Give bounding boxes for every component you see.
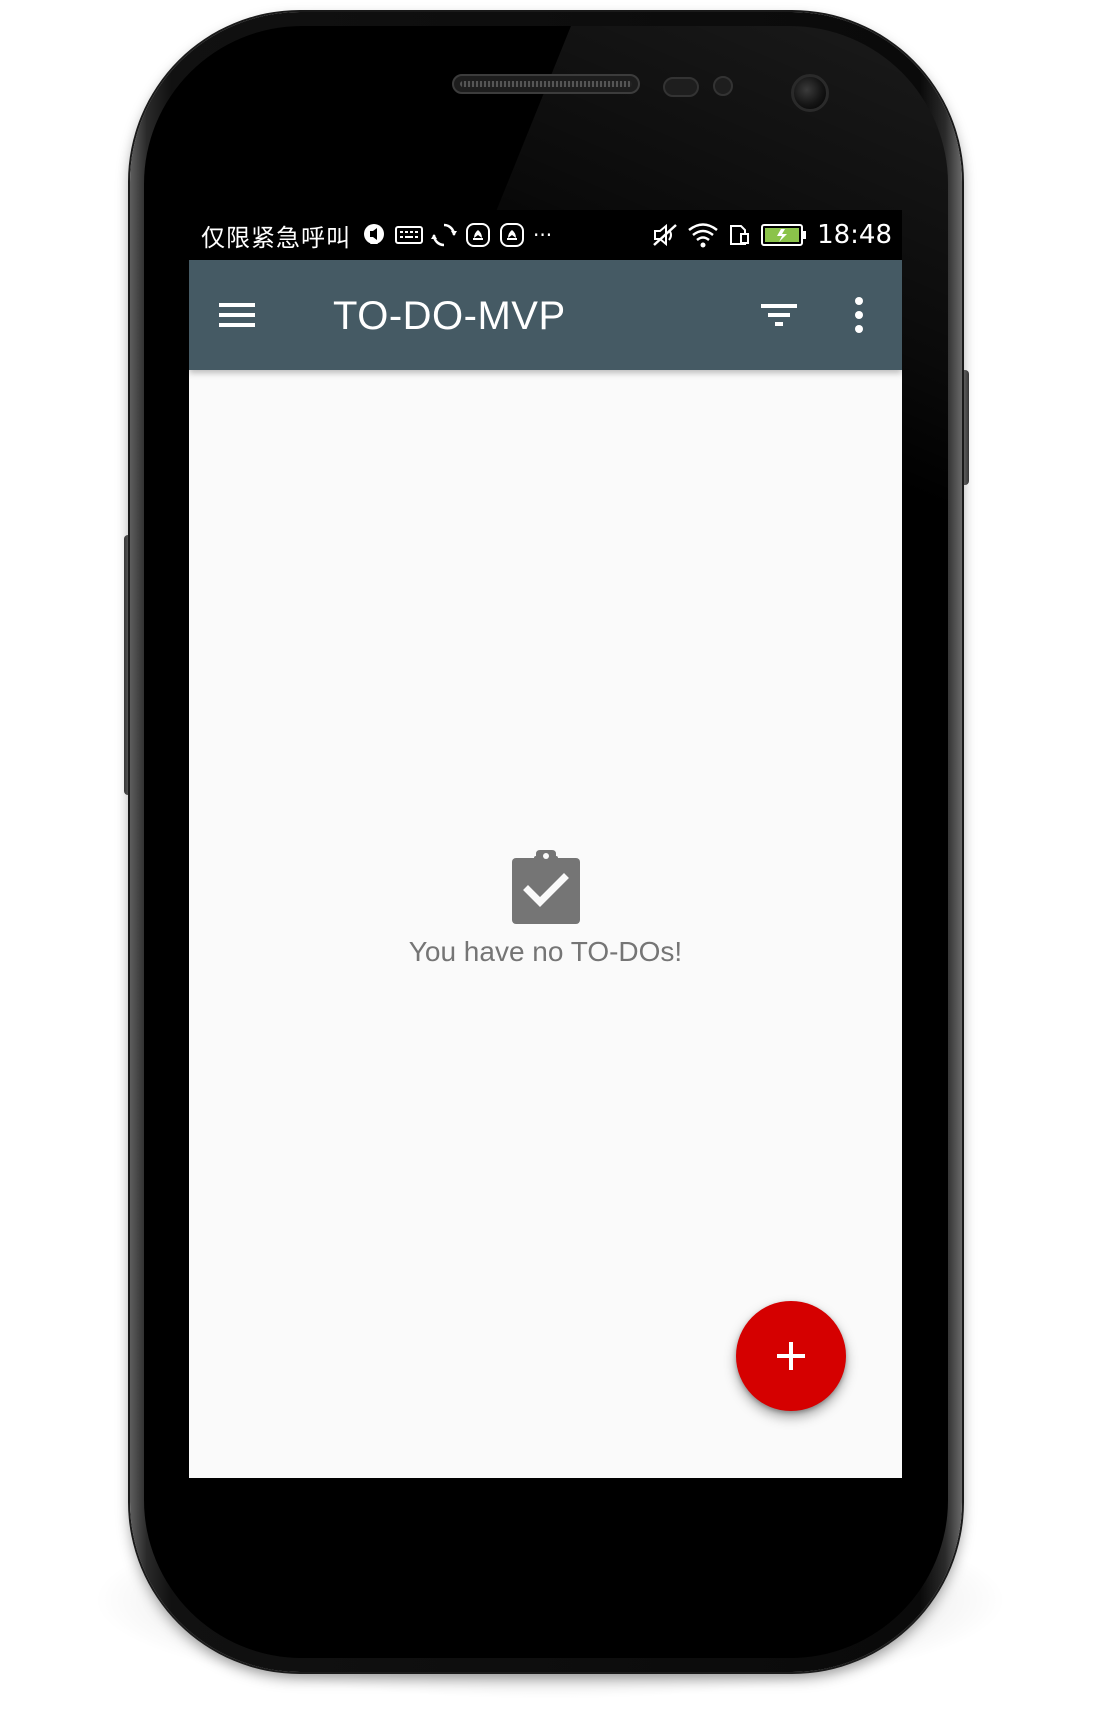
filter-list-icon [761, 304, 797, 326]
light-sensor [713, 76, 733, 96]
huawei-notification-icon-2 [499, 222, 525, 248]
empty-state-message: You have no TO-DOs! [408, 936, 683, 967]
huawei-notification-icon [465, 222, 491, 248]
filter-button[interactable] [751, 287, 807, 343]
status-bar: 仅限紧急呼叫 ··· 18:48 [189, 210, 902, 260]
front-camera [791, 74, 829, 112]
carrier-text: 仅限紧急呼叫 [201, 223, 351, 252]
add-task-fab[interactable] [736, 1301, 846, 1411]
proximity-sensor [663, 77, 699, 97]
earpiece-speaker [452, 74, 640, 94]
battery-charging-icon [761, 223, 807, 247]
wifi-icon [687, 221, 719, 249]
sync-icon [431, 222, 457, 248]
keyboard-icon [395, 225, 423, 245]
navigation-menu-button[interactable] [209, 287, 265, 343]
empty-state: You have no TO-DOs! [189, 850, 902, 968]
clock-time: 18:48 [817, 220, 892, 250]
mute-icon [651, 221, 679, 249]
add-icon [777, 1342, 805, 1370]
hamburger-menu-icon [219, 303, 255, 327]
voice-bubble-icon [361, 222, 387, 248]
sim-card-icon [727, 222, 753, 248]
app-screen: 仅限紧急呼叫 ··· 18:48 TO-DO-MVP You have no T… [189, 210, 902, 1478]
overflow-menu-button[interactable] [831, 287, 887, 343]
more-vertical-icon [855, 297, 863, 333]
clipboard-check-icon [511, 850, 580, 924]
app-toolbar: TO-DO-MVP [189, 260, 902, 370]
page-title: TO-DO-MVP [333, 294, 566, 338]
more-notifications-icon: ··· [533, 223, 553, 247]
